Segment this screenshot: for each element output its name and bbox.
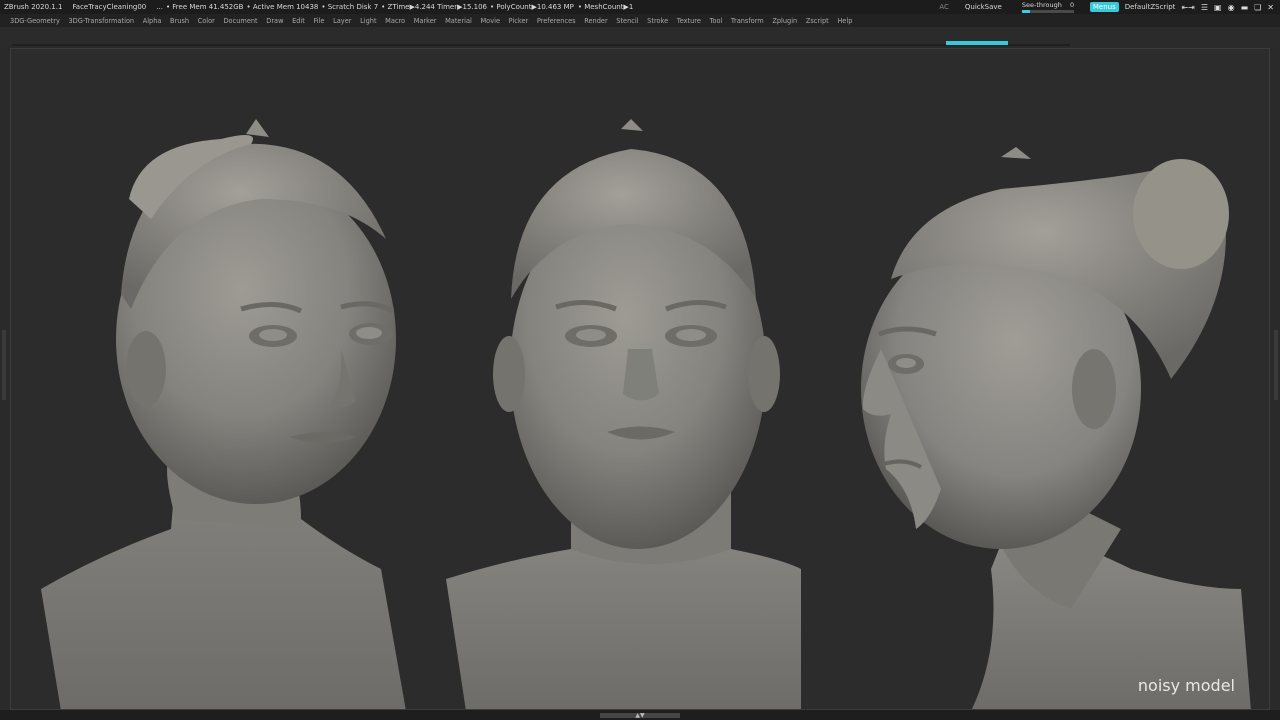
head-profile-view — [861, 147, 1251, 709]
menu-item-edit[interactable]: Edit — [288, 17, 309, 25]
top-shelf — [0, 27, 1280, 47]
see-through-value: 0 — [1069, 0, 1075, 9]
quicksave-button[interactable]: QuickSave — [965, 3, 1002, 11]
menu-item-zscript[interactable]: Zscript — [802, 17, 834, 25]
menu-item-render[interactable]: Render — [580, 17, 612, 25]
canvas-caption: noisy model — [1137, 676, 1235, 695]
left-tray-handle[interactable] — [2, 330, 6, 400]
document-name: FaceTracyCleaning00 — [72, 3, 147, 11]
menu-item-draw[interactable]: Draw — [262, 17, 288, 25]
minimize-icon[interactable]: ▬ — [1241, 3, 1249, 12]
see-through-label: See-through — [1021, 0, 1062, 9]
menu-item-file[interactable]: File — [309, 17, 329, 25]
bottom-tray-toggle-icon[interactable]: ▲▼ — [600, 713, 680, 719]
help-icon[interactable]: ◉ — [1228, 3, 1235, 12]
menu-item-3dg-geometry[interactable]: 3DG-Geometry — [0, 17, 64, 25]
active-mem-readout: • Active Mem 10438 — [246, 3, 319, 11]
ztime-readout: • ZTime▶4.244 Timer▶15.106 — [381, 3, 487, 11]
polycount-readout: • PolyCount▶10.463 MP — [490, 3, 574, 11]
title-bar: ZBrush 2020.1.1 FaceTracyCleaning00 ... … — [0, 0, 1280, 14]
see-through-fill — [1021, 9, 1030, 13]
active-palette-indicator[interactable] — [946, 41, 1008, 45]
menu-item-preferences[interactable]: Preferences — [533, 17, 580, 25]
menu-item-marker[interactable]: Marker — [409, 17, 440, 25]
menu-item-color[interactable]: Color — [193, 17, 219, 25]
menu-item-stroke[interactable]: Stroke — [643, 17, 673, 25]
ac-label[interactable]: AC — [939, 3, 949, 11]
shelf-groove — [12, 44, 1070, 46]
menu-item-document[interactable]: Document — [219, 17, 262, 25]
title-ellipsis: ... — [156, 3, 163, 11]
menu-item-transform[interactable]: Transform — [727, 17, 768, 25]
menu-item-help[interactable]: Help — [833, 17, 857, 25]
window-icons: ⇤⇥ ☰ ▣ ◉ ▬ ❏ ✕ — [1181, 3, 1274, 12]
scratch-disk-readout: • Scratch Disk 7 — [321, 3, 379, 11]
head-front-view — [446, 119, 801, 709]
free-mem-readout: • Free Mem 41.452GB — [165, 3, 244, 11]
menus-toggle[interactable]: Menus — [1089, 2, 1119, 12]
close-icon[interactable]: ✕ — [1267, 3, 1274, 12]
default-zscript-button[interactable]: DefaultZScript — [1125, 3, 1176, 11]
menu-item-zplugin[interactable]: Zplugin — [768, 17, 802, 25]
main-menu-bar: 3DG-Geometry 3DG-Transformation Alpha Brush… — [0, 14, 1280, 27]
menu-item-alpha[interactable]: Alpha — [138, 17, 165, 25]
menu-item-brush[interactable]: Brush — [166, 17, 194, 25]
see-through-label-row: See-through 0 — [1021, 0, 1075, 9]
menu-item-material[interactable]: Material — [441, 17, 476, 25]
app-version: ZBrush 2020.1.1 — [4, 3, 63, 11]
document-canvas[interactable]: noisy model — [10, 48, 1270, 710]
meshcount-readout: • MeshCount▶1 — [577, 3, 634, 11]
menu-item-3dg-transformation[interactable]: 3DG-Transformation — [64, 17, 138, 25]
ui-scale-icon[interactable]: ☰ — [1201, 3, 1208, 12]
skin-icon[interactable]: ▣ — [1214, 3, 1222, 12]
viewport-render — [41, 119, 1251, 709]
menu-item-tool[interactable]: Tool — [705, 17, 726, 25]
menu-item-stencil[interactable]: Stencil — [612, 17, 643, 25]
title-bar-controls: AC QuickSave See-through 0 Menus Default… — [939, 0, 1280, 14]
see-through-slider[interactable]: See-through 0 — [1021, 0, 1075, 13]
restore-icon[interactable]: ❏ — [1254, 3, 1261, 12]
menu-item-texture[interactable]: Texture — [672, 17, 705, 25]
menu-item-movie[interactable]: Movie — [476, 17, 504, 25]
menu-item-picker[interactable]: Picker — [504, 17, 532, 25]
see-through-track[interactable] — [1021, 9, 1074, 13]
menu-item-layer[interactable]: Layer — [329, 17, 356, 25]
menu-item-light[interactable]: Light — [356, 17, 381, 25]
menu-item-macro[interactable]: Macro — [381, 17, 410, 25]
head-three-quarter-view — [41, 119, 406, 709]
layout-toggle-icon[interactable]: ⇤⇥ — [1181, 3, 1194, 12]
right-tray-handle[interactable] — [1274, 330, 1278, 400]
